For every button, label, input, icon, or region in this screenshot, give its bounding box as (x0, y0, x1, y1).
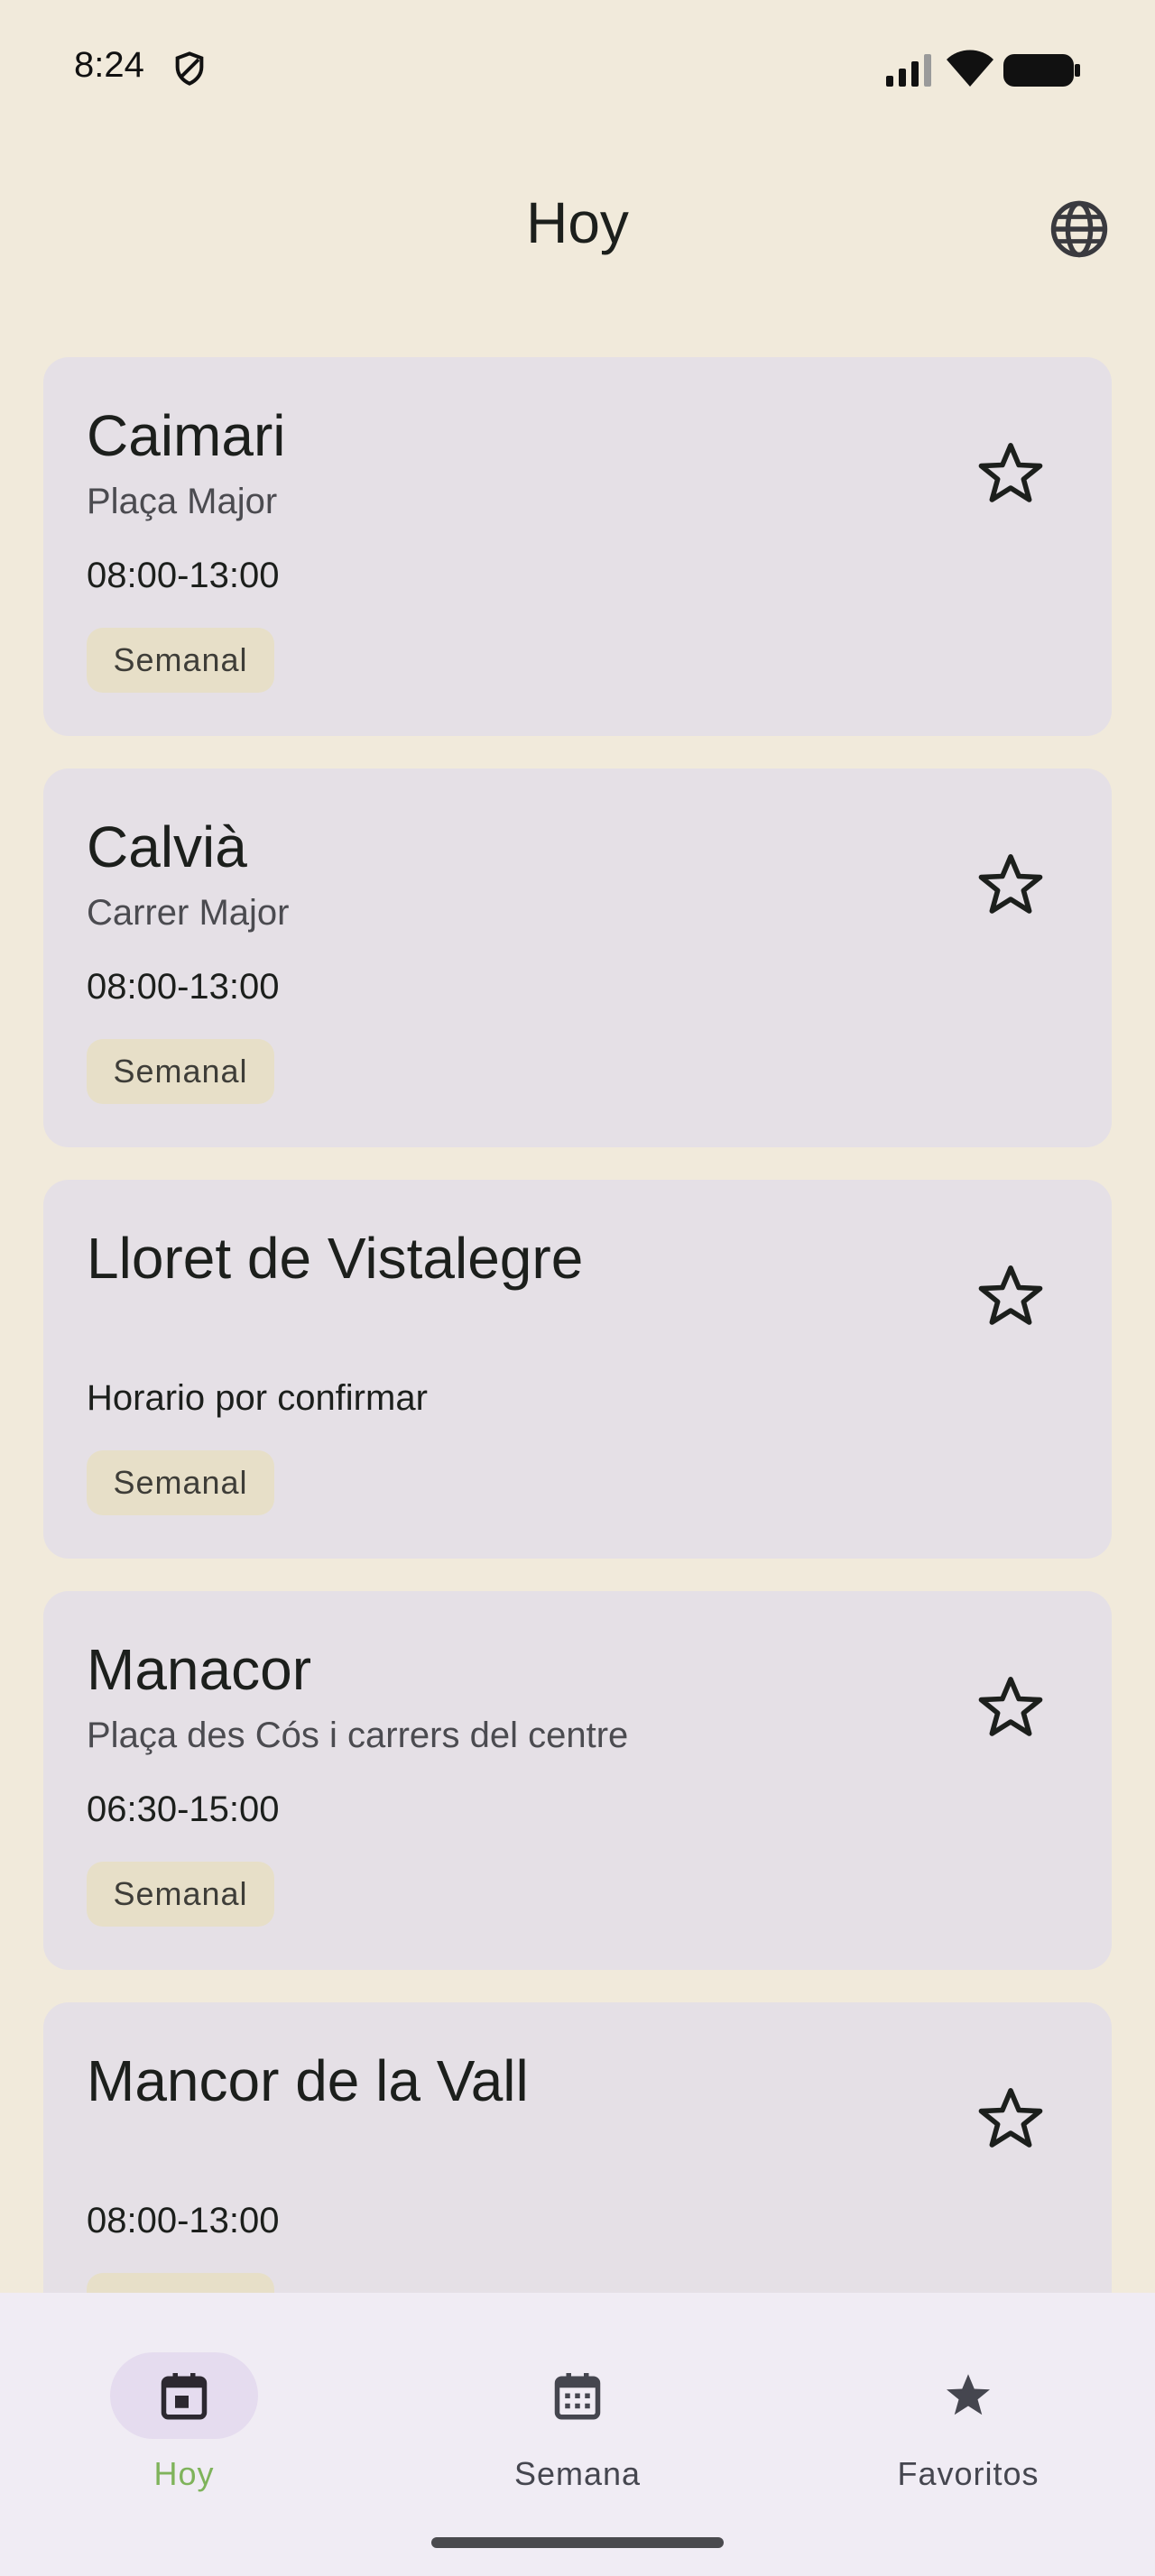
market-location: Plaça des Cós i carrers del centre (87, 1716, 629, 1755)
nav-item-semana[interactable]: Semana (442, 2320, 713, 2500)
home-indicator[interactable] (431, 2537, 724, 2548)
favorite-star-icon[interactable] (973, 848, 1049, 924)
frequency-chip: Semanal (87, 2273, 274, 2293)
calendar-month-icon (554, 2373, 601, 2420)
frequency-chip: Semanal (87, 1039, 274, 1104)
market-name: Mancor de la Vall (87, 2048, 529, 2113)
market-location: Carrer Major (87, 893, 290, 933)
market-card[interactable]: Caimari Plaça Major 08:00-13:00 Semanal (43, 357, 1112, 736)
nav-label-favoritos: Favoritos (897, 2455, 1040, 2492)
nav-label-semana: Semana (513, 2455, 642, 2492)
market-card[interactable]: Mancor de la Vall 08:00-13:00 Semanal (43, 2002, 1112, 2293)
calendar-today-icon (161, 2373, 208, 2420)
market-name: Manacor (87, 1637, 311, 1702)
favorite-star-icon[interactable] (973, 1670, 1049, 1746)
frequency-chip: Semanal (87, 1862, 274, 1927)
market-hours: Horario por confirmar (87, 1378, 428, 1418)
favorite-star-icon[interactable] (973, 437, 1049, 512)
market-card[interactable]: Calvià Carrer Major 08:00-13:00 Semanal (43, 768, 1112, 1147)
frequency-chip: Semanal (87, 1450, 274, 1515)
market-hours: 06:30-15:00 (87, 1789, 280, 1829)
market-name: Calvià (87, 814, 247, 879)
market-card[interactable]: Manacor Plaça des Cós i carrers del cent… (43, 1591, 1112, 1970)
bottom-navigation: Hoy Semana Favoritos (0, 2293, 1155, 2576)
market-list[interactable]: Caimari Plaça Major 08:00-13:00 Semanal … (0, 0, 1155, 2293)
nav-label-hoy: Hoy (153, 2455, 215, 2492)
market-hours: 08:00-13:00 (87, 556, 280, 595)
nav-item-favoritos[interactable]: Favoritos (833, 2320, 1104, 2500)
market-name: Lloret de Vistalegre (87, 1226, 584, 1291)
star-filled-icon (947, 2374, 990, 2415)
market-name: Caimari (87, 403, 286, 468)
frequency-chip: Semanal (87, 628, 274, 693)
favorite-star-icon[interactable] (973, 1259, 1049, 1335)
market-location: Plaça Major (87, 482, 278, 521)
market-hours: 08:00-13:00 (87, 2201, 280, 2240)
page-title: Hoy (526, 190, 629, 255)
favorite-star-icon[interactable] (973, 2082, 1049, 2157)
globe-icon[interactable] (1047, 197, 1112, 262)
market-hours: 08:00-13:00 (87, 967, 280, 1007)
nav-item-hoy[interactable]: Hoy (49, 2320, 319, 2500)
app-bar: Hoy (0, 135, 1155, 316)
market-card[interactable]: Lloret de Vistalegre Horario por confirm… (43, 1180, 1112, 1559)
